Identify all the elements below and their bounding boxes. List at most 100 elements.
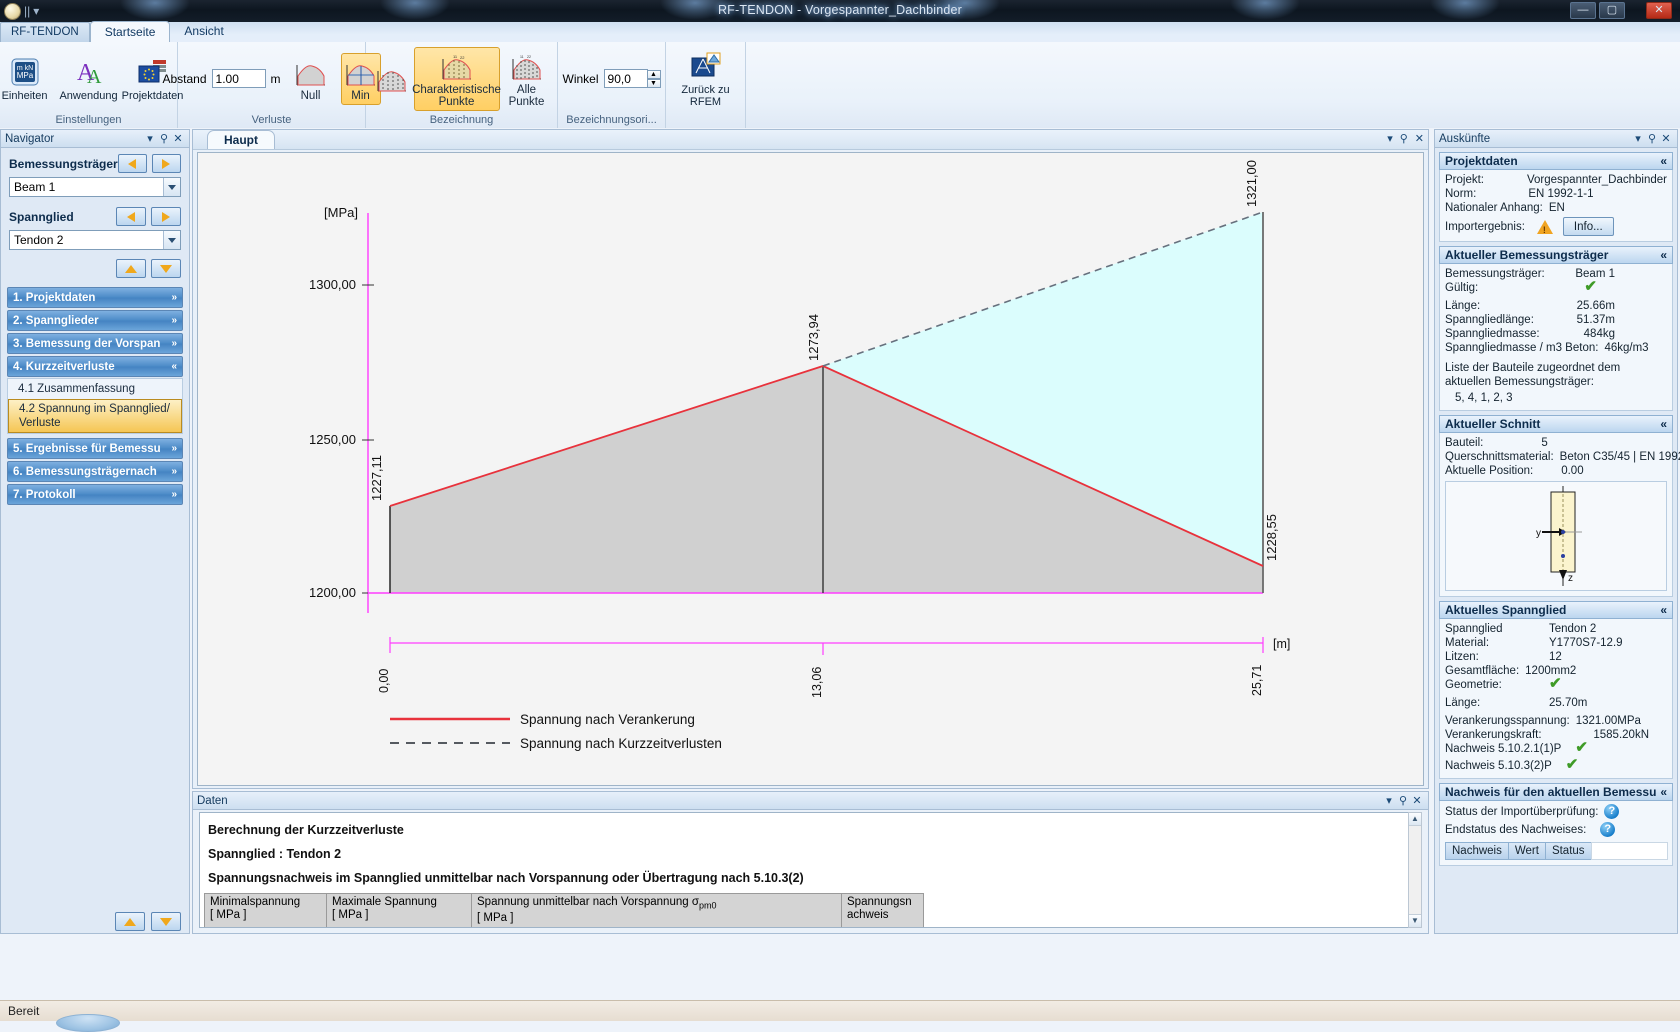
chevron-up-icon[interactable]: «	[1660, 603, 1667, 617]
winkel-down-button[interactable]: ▼	[647, 79, 661, 88]
cross-section-preview[interactable]: y z	[1445, 481, 1667, 591]
mini-col-wert: Wert	[1508, 842, 1546, 860]
spannglied-combo-arrow-icon[interactable]	[163, 231, 180, 249]
bemessungstraeger-value: Beam 1	[14, 180, 163, 194]
spannglied-next-button[interactable]	[151, 207, 181, 226]
section-header-nachweis[interactable]: Nachweis für den aktuellen Bemessu «	[1439, 783, 1673, 801]
chevron-up-icon[interactable]: «	[1660, 248, 1667, 262]
ribbon-tab-ansicht[interactable]: Ansicht	[170, 22, 237, 42]
bezeichnung-charakteristische-label: Charakteristische Punkte	[412, 84, 501, 108]
scroll-down-button[interactable]: ▼	[1409, 914, 1421, 927]
section-header-aktuelles-spannglied[interactable]: Aktuelles Spannglied «	[1439, 601, 1673, 619]
bemessungstraeger-combo[interactable]: Beam 1	[9, 177, 181, 197]
nav-item-2-spannglieder[interactable]: 2. Spannglieder »	[7, 310, 183, 331]
status-importpruefung-key: Status der Importüberprüfung:	[1445, 805, 1598, 819]
abstand-input[interactable]	[212, 69, 266, 88]
anwendung-button[interactable]: A A Anwendung	[60, 56, 118, 102]
nav-item-3-bemessung-der-vorspannung[interactable]: 3. Bemessung der Vorspan »	[7, 333, 183, 354]
help-icon[interactable]: ?	[1604, 804, 1619, 819]
bemessungstraeger-combo-arrow-icon[interactable]	[163, 178, 180, 196]
section-header-projektdaten[interactable]: Projektdaten «	[1439, 152, 1673, 170]
nav-item-label: 4. Kurzzeitverluste	[13, 361, 171, 373]
navigator-down-button[interactable]	[151, 259, 181, 278]
spannglied-value: Tendon 2	[14, 233, 163, 247]
labels-all-icon: 1122	[510, 50, 544, 84]
data-panel-menu-icon[interactable]: ▾	[1382, 794, 1396, 807]
main-menu-icon[interactable]: ▾	[1387, 132, 1393, 145]
bezeichnung-alle-button[interactable]: 1122 Alle Punkte	[504, 47, 550, 111]
main-pin-icon[interactable]: ⚲	[1400, 132, 1408, 145]
data-panel-header: Daten ▾ ⚲ ✕	[193, 792, 1428, 810]
winkel-spinner[interactable]: ▲ ▼	[604, 69, 661, 88]
nav-item-4-kurzzeitverluste[interactable]: 4. Kurzzeitverluste «	[7, 356, 183, 377]
bemessungstraeger-prev-button[interactable]	[118, 154, 147, 173]
section-header-aktueller-schnitt[interactable]: Aktueller Schnitt «	[1439, 415, 1673, 433]
nav-subitem-4-1-zusammenfassung[interactable]: 4.1 Zusammenfassung	[8, 379, 182, 399]
winkel-up-button[interactable]: ▲	[647, 70, 661, 79]
minimize-button[interactable]: —	[1570, 2, 1596, 19]
bauteil-value: 5	[1535, 436, 1547, 450]
bezeichnung-charakteristische-button[interactable]: 1122 Charakteristische Punkte	[414, 47, 500, 111]
data-panel-pin-icon[interactable]: ⚲	[1396, 794, 1410, 807]
info-menu-icon[interactable]: ▾	[1631, 132, 1645, 145]
help-icon[interactable]: ?	[1600, 822, 1615, 837]
data-panel-close-icon[interactable]: ✕	[1410, 794, 1424, 807]
ribbon-tab-startseite[interactable]: Startseite	[90, 21, 171, 43]
main-document-panel: Haupt ▾ ⚲ ✕ 1300,00 1250,00 1200,00 [MPa…	[192, 129, 1429, 789]
ribbon-tab-rf-tendon[interactable]: RF-TENDON	[0, 22, 90, 42]
navigator-footer-up-button[interactable]	[115, 912, 145, 931]
aktuelle-position-value: 0.00	[1555, 464, 1583, 478]
winkel-input[interactable]	[604, 69, 648, 88]
col-unit: [ MPa ]	[210, 909, 321, 922]
nav-item-1-projektdaten[interactable]: 1. Projektdaten »	[7, 287, 183, 308]
data-panel-content[interactable]: Berechnung der Kurzzeitverluste Spanngli…	[199, 812, 1414, 928]
nav-item-6-bemessungstraegernachweise[interactable]: 6. Bemessungsträgernach »	[7, 461, 183, 482]
navigator-close-icon[interactable]: ✕	[171, 132, 185, 145]
nav-item-7-protokoll[interactable]: 7. Protokoll »	[7, 484, 183, 505]
bemessungstraeger-next-button[interactable]	[152, 154, 181, 173]
geometrie-check-icon: ✔	[1543, 678, 1562, 692]
navigator-pin-icon[interactable]: ⚲	[157, 132, 171, 145]
x-tick-0: 0,00	[377, 669, 391, 693]
point-label-1227: 1227,11	[369, 455, 384, 501]
verluste-null-label: Null	[301, 90, 321, 102]
info-close-icon[interactable]: ✕	[1659, 132, 1673, 145]
spannglied-combo[interactable]: Tendon 2	[9, 230, 181, 250]
info-button[interactable]: Info...	[1563, 217, 1614, 236]
close-button[interactable]: ✕	[1646, 2, 1672, 19]
bezeichnung-keine-button[interactable]	[374, 59, 410, 99]
einheiten-button[interactable]: m kN MPa Einheiten	[0, 56, 54, 102]
section-title: Aktueller Bemessungsträger	[1445, 248, 1608, 262]
section-header-aktueller-bemessungstraeger[interactable]: Aktueller Bemessungsträger «	[1439, 246, 1673, 264]
spannglied-prev-button[interactable]	[116, 207, 146, 226]
stress-diagram-canvas[interactable]: 1300,00 1250,00 1200,00 [MPa] 1227,11 12…	[197, 152, 1424, 786]
nav-subitem-4-2-spannung-im-spannglied[interactable]: 4.2 Spannung im Spannglied/ Verluste	[8, 399, 182, 433]
info-pin-icon[interactable]: ⚲	[1645, 132, 1659, 145]
navigator-up-button[interactable]	[116, 259, 146, 278]
chevron-up-icon[interactable]: «	[1660, 417, 1667, 431]
chevron-up-icon[interactable]: «	[1660, 785, 1667, 799]
tab-haupt[interactable]: Haupt	[207, 130, 275, 149]
maximize-button[interactable]: ▢	[1599, 2, 1625, 19]
navigator-header: Navigator ▾ ⚲ ✕	[1, 130, 189, 148]
chevron-up-icon[interactable]: «	[1660, 154, 1667, 168]
nav-item-5-ergebnisse[interactable]: 5. Ergebnisse für Bemessu »	[7, 438, 183, 459]
navigator-footer-buttons	[1, 912, 189, 931]
main-close-icon[interactable]: ✕	[1415, 132, 1424, 145]
verankerungsspannung-value: 1321.00MPa	[1570, 714, 1641, 728]
svg-text:A: A	[87, 66, 102, 88]
y-tick-1200: 1200,00	[309, 585, 356, 600]
nav-item-label: 6. Bemessungsträgernach	[13, 466, 171, 478]
navigator-menu-icon[interactable]: ▾	[143, 132, 157, 145]
scroll-up-button[interactable]: ▲	[1409, 813, 1421, 826]
data-heading-1: Berechnung der Kurzzeitverluste	[208, 823, 1413, 837]
data-panel-scrollbar[interactable]: ▲ ▼	[1408, 812, 1422, 928]
einheiten-label: Einheiten	[2, 90, 48, 102]
navigator-footer-down-button[interactable]	[151, 912, 181, 931]
bemessungstraeger-label: Bemessungsträger	[9, 157, 118, 171]
navigator-title: Navigator	[5, 133, 54, 145]
ribbon-tab-strip: RF-TENDON Startseite Ansicht	[0, 22, 1680, 42]
zurueck-zu-rfem-button[interactable]: Zurück zu RFEM	[673, 50, 739, 108]
verluste-null-button[interactable]: Null	[291, 53, 331, 105]
warning-icon	[1537, 220, 1553, 234]
